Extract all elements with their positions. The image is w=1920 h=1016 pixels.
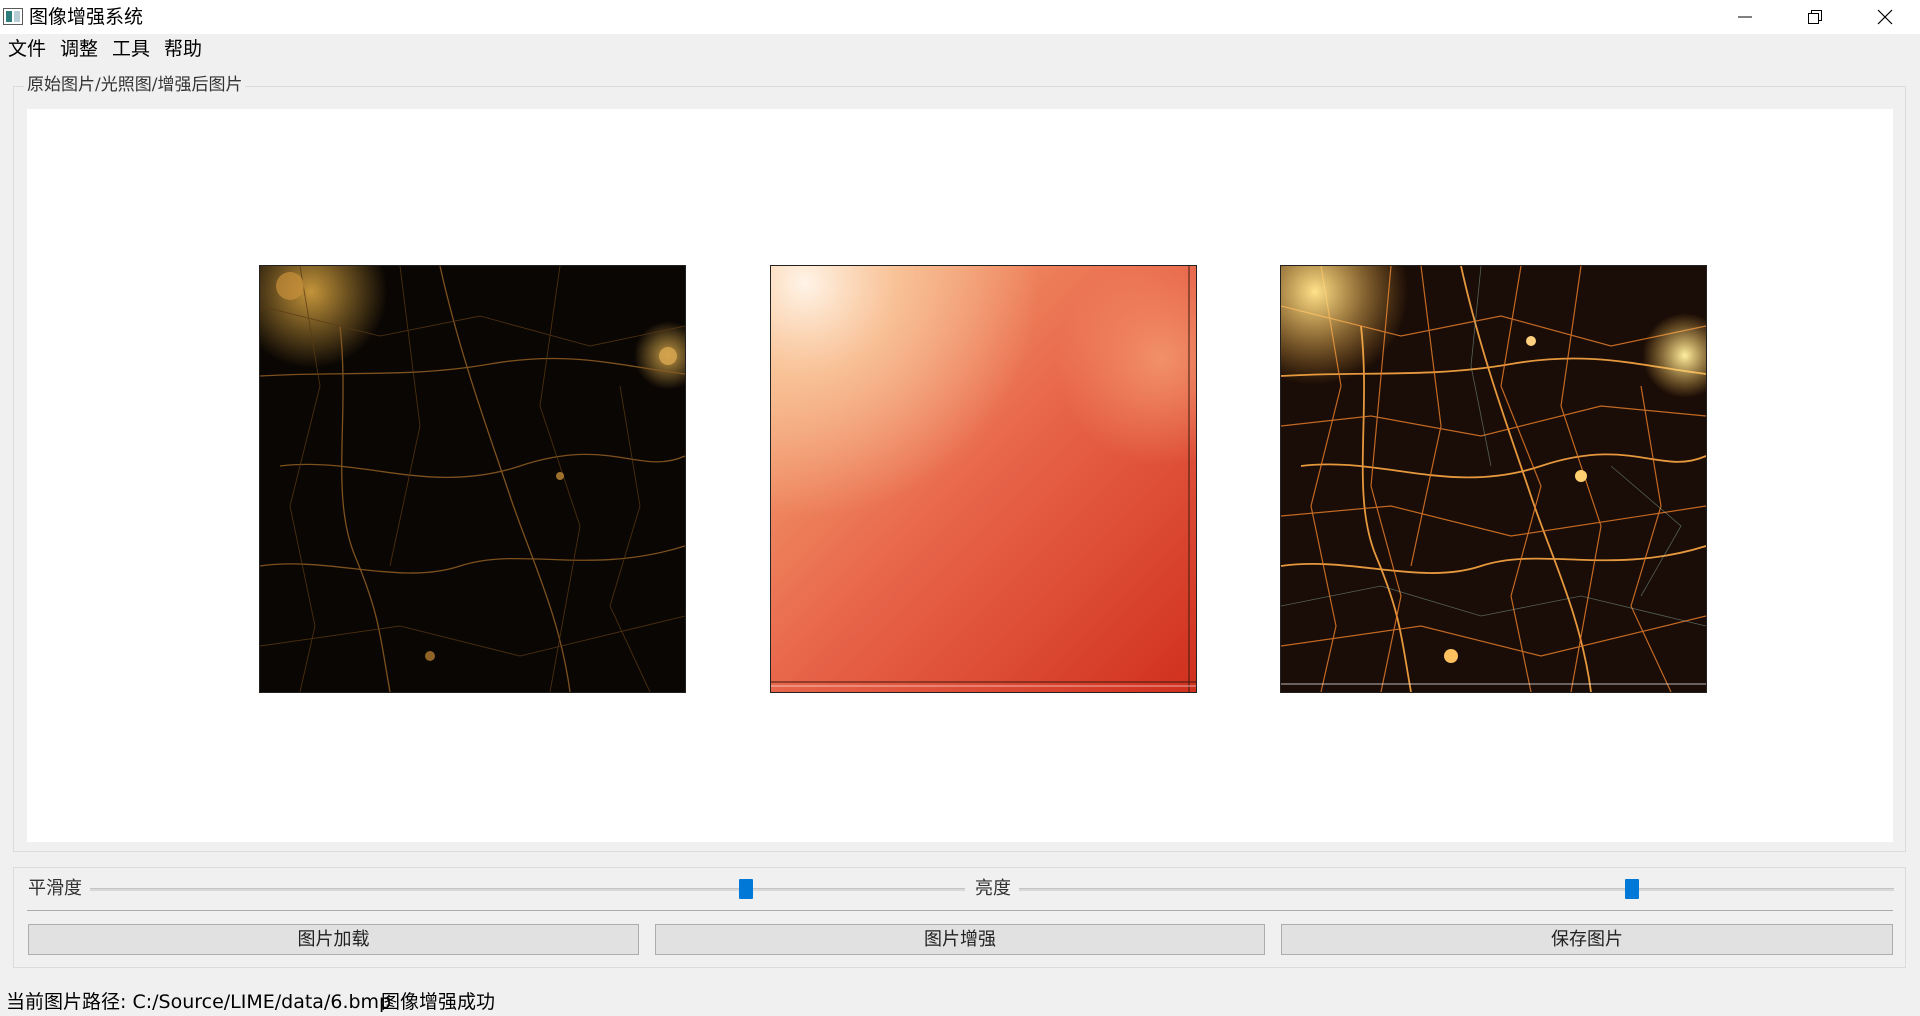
smoothness-slider-track[interactable] [90,888,965,891]
close-icon [1877,9,1893,25]
illumination-map [770,265,1197,693]
minimize-button[interactable] [1710,0,1780,34]
enhance-image-button[interactable]: 图片增强 [655,924,1265,955]
smoothness-label: 平滑度 [28,878,82,899]
menu-help[interactable]: 帮助 [164,38,202,60]
smoothness-slider-handle[interactable] [739,879,754,899]
menu-tools[interactable]: 工具 [112,38,150,60]
status-bar: 当前图片路径: C:/Source/LIME/data/6.bmp 图像增强成功 [0,988,1920,1016]
brightness-label: 亮度 [975,878,1011,899]
save-image-button[interactable]: 保存图片 [1281,924,1893,955]
load-image-button[interactable]: 图片加载 [28,924,639,955]
enhanced-image [1280,265,1707,693]
menu-bar: 文件 调整 工具 帮助 [0,34,1920,64]
menu-file[interactable]: 文件 [8,38,46,60]
title-bar: 图像增强系统 [0,0,1920,34]
restore-icon [1808,10,1822,24]
close-button[interactable] [1850,0,1920,34]
menu-adjust[interactable]: 调整 [60,38,98,60]
restore-button[interactable] [1780,0,1850,34]
status-image-path: 当前图片路径: C:/Source/LIME/data/6.bmp [6,991,392,1013]
app-icon [3,8,23,25]
minimize-icon [1738,16,1752,18]
status-message: 图像增强成功 [381,991,496,1013]
image-group-title: 原始图片/光照图/增强后图片 [24,74,246,96]
window-title: 图像增强系统 [29,6,144,28]
controls-separator [27,910,1893,911]
original-image [259,265,686,693]
brightness-slider-handle[interactable] [1624,879,1639,899]
brightness-slider-track[interactable] [1019,888,1894,891]
